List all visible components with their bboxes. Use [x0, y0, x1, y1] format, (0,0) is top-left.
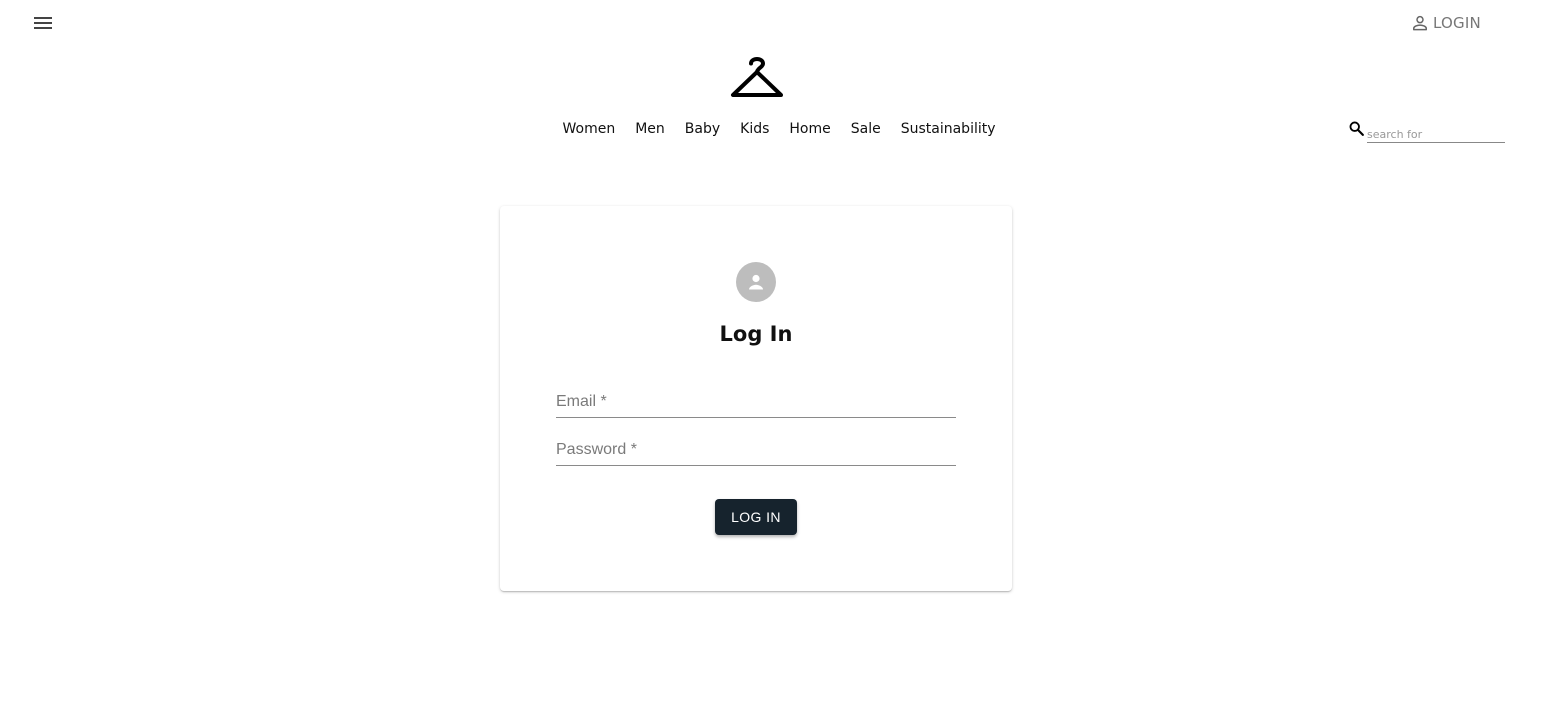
nav-item-kids[interactable]: Kids — [740, 121, 769, 137]
main-nav: Women Men Baby Kids Home Sale Sustainabi… — [0, 121, 1551, 137]
email-field-label: Email * — [556, 393, 607, 410]
search-icon[interactable] — [1348, 120, 1365, 137]
page: LOGIN Women Men Baby Kids Home Sale Sust… — [0, 0, 1551, 712]
nav-item-sale[interactable]: Sale — [851, 121, 881, 137]
login-card: Log In Email * Password * LOG IN — [500, 206, 1012, 591]
password-field[interactable]: Password * — [556, 434, 956, 466]
nav-item-sustainability[interactable]: Sustainability — [901, 121, 996, 137]
hamburger-menu-icon[interactable] — [32, 13, 54, 33]
nav-item-men[interactable]: Men — [635, 121, 665, 137]
search-input[interactable] — [1367, 119, 1505, 143]
email-field[interactable]: Email * — [556, 386, 956, 418]
person-outline-icon — [1413, 15, 1427, 31]
nav-item-women[interactable]: Women — [562, 121, 615, 137]
login-submit-button[interactable]: LOG IN — [715, 499, 797, 535]
search-bar — [1348, 119, 1505, 143]
header-login-label: LOGIN — [1433, 14, 1481, 32]
account-circle-icon — [736, 262, 776, 302]
nav-item-baby[interactable]: Baby — [685, 121, 720, 137]
password-field-label: Password * — [556, 441, 637, 458]
nav-item-home[interactable]: Home — [789, 121, 830, 137]
login-title: Log In — [719, 322, 793, 346]
clothes-hanger-icon[interactable] — [729, 55, 785, 101]
header-login-link[interactable]: LOGIN — [1410, 12, 1481, 34]
